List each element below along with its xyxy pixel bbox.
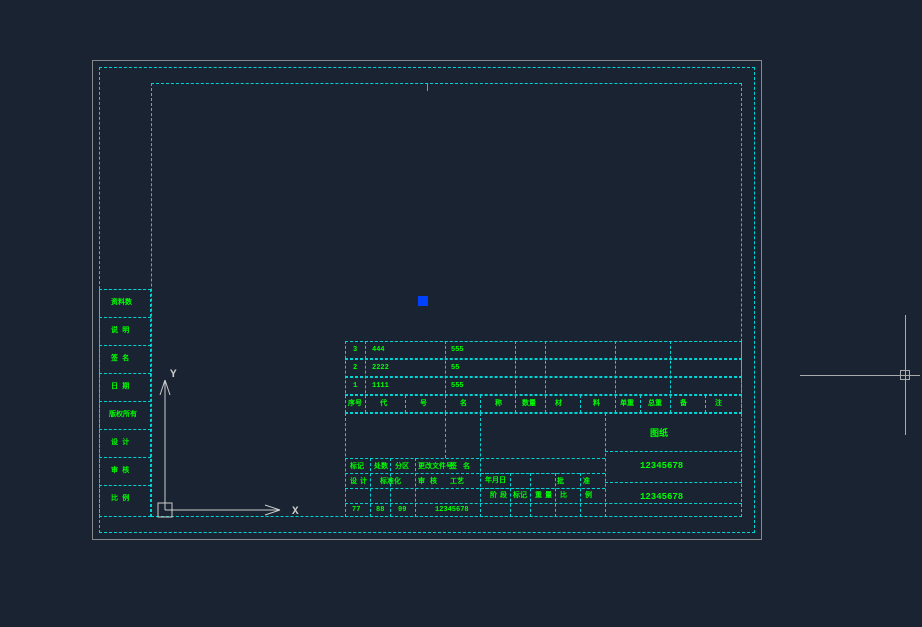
side-label-5: 设 计 [111, 440, 129, 447]
bom-cell: 55 [451, 365, 459, 372]
tb-col [530, 473, 531, 517]
bom-col [705, 395, 706, 413]
tb-text: 88 [376, 507, 384, 514]
bom-row [345, 341, 742, 359]
bom-cell: 2222 [372, 365, 389, 372]
bom-hdr: 总重 [648, 401, 662, 408]
tb-text: 量 [545, 493, 552, 500]
tb-col [480, 413, 481, 517]
side-label-1: 说 明 [111, 328, 129, 335]
tb-col [415, 458, 416, 517]
bom-cell: 444 [372, 347, 385, 354]
drawing-number-1: 12345678 [640, 462, 683, 471]
tb-text: 更改文件号 [418, 464, 453, 471]
drawing-number-2: 12345678 [640, 493, 683, 502]
tb-text: 99 [398, 507, 406, 514]
tb-text: 准 [583, 479, 590, 486]
tb-text: 阶 [490, 493, 497, 500]
selection-grip[interactable] [418, 296, 428, 306]
tb-text: 核 [430, 479, 437, 486]
bom-hdr: 料 [593, 401, 600, 408]
bom-cell: 555 [451, 347, 464, 354]
bom-col [445, 341, 446, 413]
tb-row [605, 482, 742, 483]
tb-col [390, 458, 391, 517]
bom-col [640, 395, 641, 413]
bom-cell: 2 [353, 365, 357, 372]
ucs-y-label: Y [170, 370, 177, 381]
bom-row [345, 377, 742, 395]
tb-text: 分区 [395, 464, 409, 471]
tb-col [580, 473, 581, 517]
side-labels-column: 资料数 说 明 签 名 日 期 版权所有 设 计 审 核 比 例 [99, 289, 151, 517]
tb-text: 签 [450, 464, 457, 471]
bom-hdr: 单重 [620, 401, 634, 408]
bom-cell: 1111 [372, 383, 389, 390]
tb-row [480, 488, 605, 489]
tb-text: 重 [535, 493, 542, 500]
tb-text: 例 [585, 493, 592, 500]
tb-text: 年月日 [485, 478, 506, 485]
tb-col [510, 473, 511, 517]
tb-text: 工艺 [450, 479, 464, 486]
tb-col [370, 458, 371, 517]
bom-col [615, 341, 616, 413]
bom-col [405, 395, 406, 413]
tb-text: 批 [557, 479, 564, 486]
tb-text: 12345678 [435, 507, 469, 514]
tb-text: 审 [418, 479, 425, 486]
tb-text: 计 [360, 479, 367, 486]
bom-hdr: 注 [715, 401, 722, 408]
side-label-2: 签 名 [111, 356, 129, 363]
tb-text: 设 [350, 479, 357, 486]
bom-hdr: 代 [380, 401, 387, 408]
side-label-4: 版权所有 [109, 412, 137, 419]
bom-cell: 3 [353, 347, 357, 354]
bom-hdr: 号 [420, 401, 427, 408]
side-label-0: 资料数 [111, 300, 132, 307]
tb-row [345, 458, 605, 459]
tb-row [605, 451, 742, 452]
tb-col [605, 413, 606, 517]
tb-text: 标记 [513, 493, 527, 500]
bom-hdr: 序号 [348, 401, 362, 408]
tb-text: 处数 [374, 464, 388, 471]
bom-col [365, 341, 366, 413]
bom-hdr: 数量 [522, 401, 536, 408]
tb-row [480, 473, 605, 474]
bom-hdr: 备 [680, 401, 687, 408]
ucs-x-label: X [292, 507, 299, 518]
tb-text: 段 [500, 493, 507, 500]
tb-text: 77 [352, 507, 360, 514]
side-label-6: 审 核 [111, 468, 129, 475]
side-label-3: 日 期 [111, 384, 129, 391]
bom-col [670, 341, 671, 413]
tb-text: 比 [560, 493, 567, 500]
title-text: 图纸 [650, 430, 668, 439]
bom-hdr: 材 [555, 401, 562, 408]
bom-cell: 1 [353, 383, 357, 390]
bom-hdr: 称 [495, 401, 502, 408]
bom-col [545, 341, 546, 413]
tb-text: 标准化 [380, 479, 401, 486]
bom-col [580, 395, 581, 413]
tb-col [555, 473, 556, 517]
side-label-7: 比 例 [111, 496, 129, 503]
bom-row [345, 359, 742, 377]
tb-row [345, 503, 742, 504]
bom-col [515, 341, 516, 413]
bom-cell: 555 [451, 383, 464, 390]
tb-text: 名 [463, 464, 470, 471]
tb-col [445, 413, 446, 458]
bom-hdr: 名 [460, 401, 467, 408]
tb-text: 标记 [350, 464, 364, 471]
bom-col [480, 395, 481, 413]
